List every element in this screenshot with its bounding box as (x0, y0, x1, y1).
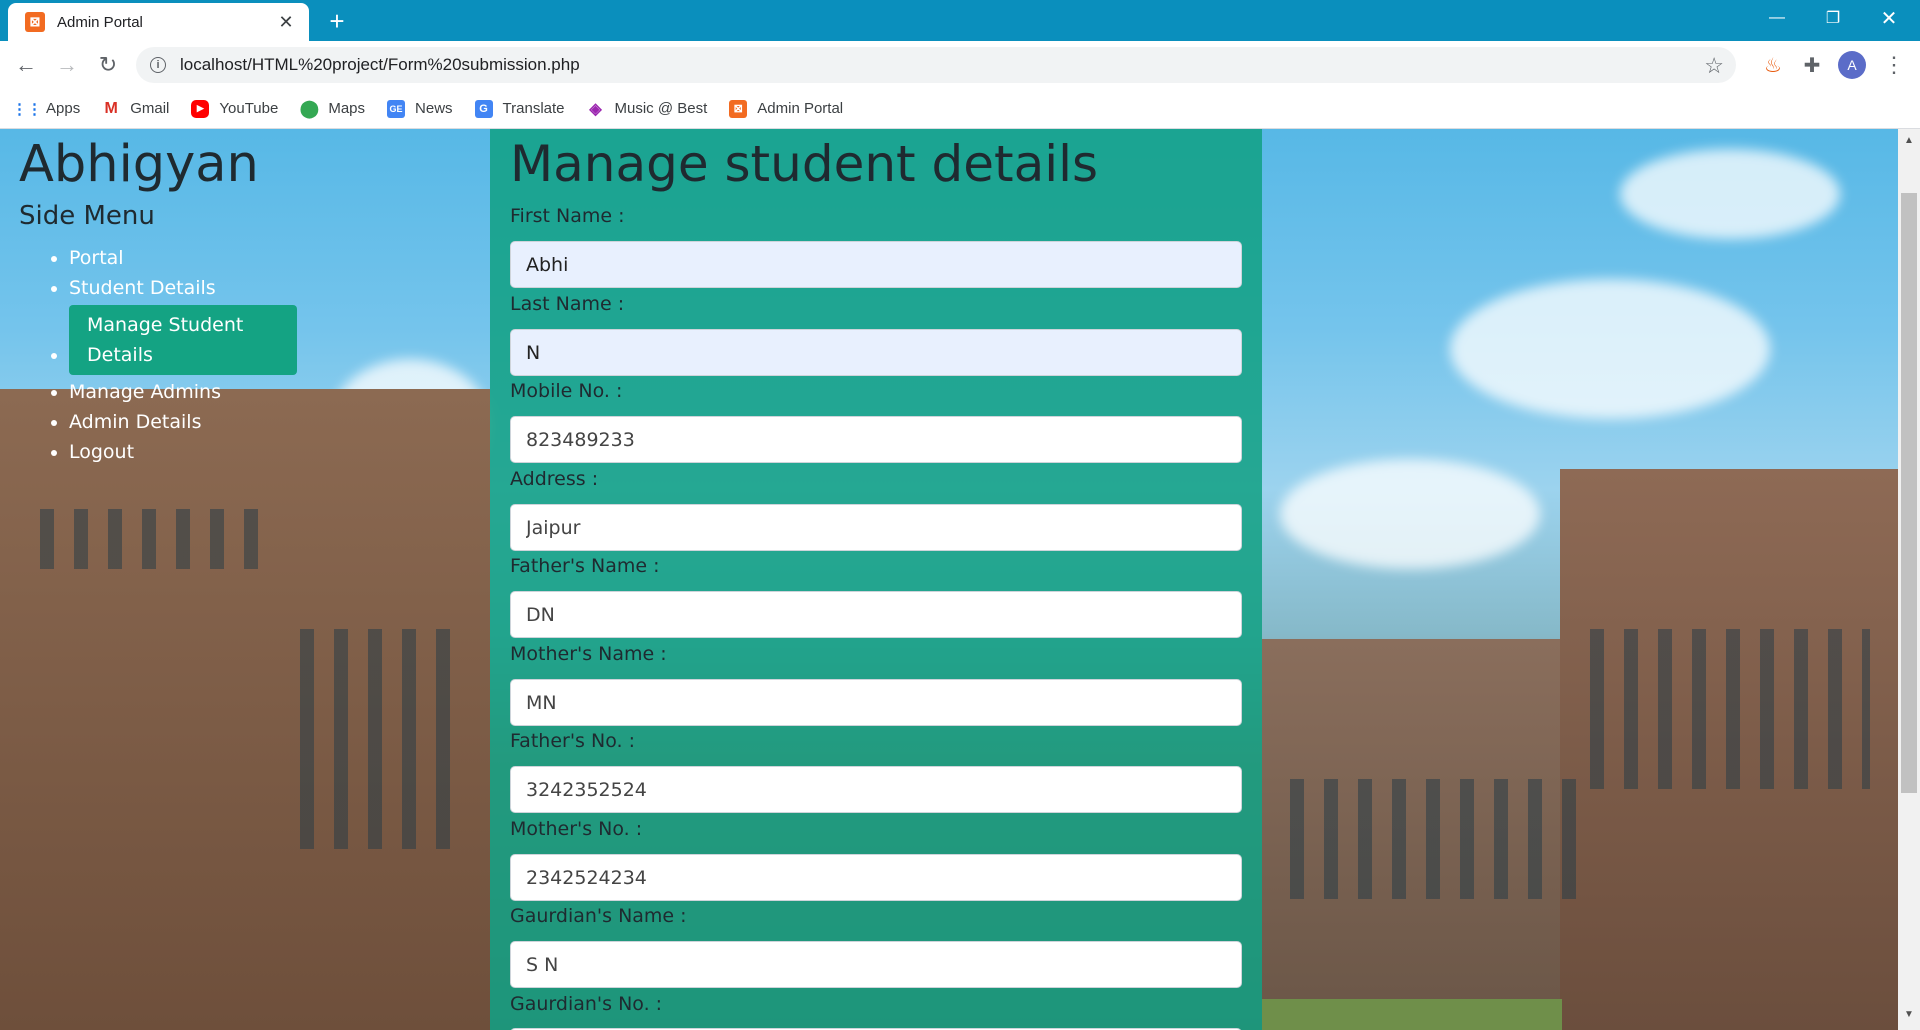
bookmark-label: News (415, 100, 453, 117)
bookmark-label: Maps (328, 100, 366, 117)
side-menu: Portal Student Details Manage Student De… (45, 243, 297, 467)
side-menu-title: Side Menu (19, 201, 155, 231)
news-icon: GE (387, 99, 406, 118)
tab-title: Admin Portal (57, 13, 143, 31)
close-icon[interactable]: ✕ (275, 11, 297, 33)
first-name-input[interactable] (510, 241, 1242, 288)
scrollbar-thumb[interactable] (1901, 193, 1917, 793)
back-arrow-icon[interactable]: ← (10, 49, 42, 81)
sidebar-item-logout[interactable]: Logout (69, 437, 297, 467)
last-name-label: Last Name : (510, 293, 625, 315)
browser-toolbar: ← → ↻ i localhost/HTML%20project/Form%20… (0, 41, 1920, 89)
scroll-down-icon[interactable]: ▼ (1904, 1009, 1914, 1020)
sidebar-item-manage-student-details[interactable]: Manage Student Details (69, 305, 297, 375)
address-input[interactable] (510, 504, 1242, 551)
new-tab-button[interactable]: + (324, 8, 350, 35)
sidebar-item-student-details[interactable]: Student Details (69, 273, 297, 303)
guardians-name-input[interactable] (510, 941, 1242, 988)
address-label: Address : (510, 468, 599, 490)
sidebar-item-label[interactable]: Logout (69, 441, 134, 463)
menu-dots-icon[interactable]: ⋮ (1880, 50, 1908, 80)
guardians-name-label: Gaurdian's Name : (510, 905, 687, 927)
fire-extension-icon[interactable]: ♨ (1758, 50, 1788, 80)
sidebar-item-label[interactable]: Admin Details (69, 411, 201, 433)
bookmark-translate[interactable]: G Translate (474, 99, 565, 118)
bookmark-label: Apps (46, 100, 81, 117)
sidebar-item-portal[interactable]: Portal (69, 243, 297, 273)
mothers-name-label: Mother's Name : (510, 643, 667, 665)
bookmark-star-icon[interactable]: ☆ (1704, 53, 1724, 79)
mobile-no-label: Mobile No. : (510, 380, 623, 402)
fathers-name-input[interactable] (510, 591, 1242, 638)
mobile-no-input[interactable] (510, 416, 1242, 463)
browser-tab[interactable]: ⊠ Admin Portal ✕ (8, 3, 309, 41)
bookmark-label: Translate (502, 100, 565, 117)
bookmark-label: Gmail (130, 100, 170, 117)
youtube-icon: ▶ (191, 99, 210, 118)
profile-avatar[interactable]: A (1838, 51, 1866, 79)
student-form-panel: Manage student details First Name : Last… (490, 129, 1262, 1030)
restore-icon[interactable]: ❐ (1810, 0, 1856, 36)
bookmark-label: YouTube (219, 100, 279, 117)
bookmark-label: Music @ Best (614, 100, 708, 117)
bookmark-admin-portal[interactable]: ⊠ Admin Portal (729, 99, 844, 118)
mothers-no-label: Mother's No. : (510, 818, 643, 840)
extensions-puzzle-icon[interactable]: ✚ (1797, 50, 1827, 80)
page-viewport: Abhigyan Side Menu Portal Student Detail… (0, 129, 1920, 1030)
address-bar[interactable]: i localhost/HTML%20project/Form%20submis… (136, 47, 1736, 83)
info-icon[interactable]: i (150, 57, 166, 73)
sidebar-item-label[interactable]: Student Details (69, 277, 216, 299)
scroll-up-icon[interactable]: ▲ (1904, 135, 1914, 146)
first-name-label: First Name : (510, 205, 625, 227)
fathers-no-label: Father's No. : (510, 730, 635, 752)
mothers-name-input[interactable] (510, 679, 1242, 726)
guardians-no-label: Gaurdian's No. : (510, 993, 663, 1015)
mothers-no-input[interactable] (510, 854, 1242, 901)
sidebar-item-manage-admins[interactable]: Manage Admins (69, 377, 297, 407)
sidebar-item-label[interactable]: Manage Admins (69, 381, 221, 403)
xampp-icon: ⊠ (25, 12, 45, 32)
maps-pin-icon: ⬤ (299, 98, 319, 118)
bookmark-maps[interactable]: ⬤ Maps (299, 98, 366, 118)
page-title: Manage student details (510, 135, 1099, 193)
bookmark-music[interactable]: ◈ Music @ Best (587, 100, 708, 118)
fathers-no-input[interactable] (510, 766, 1242, 813)
browser-titlebar: ⊠ Admin Portal ✕ + — ❐ ✕ (0, 0, 1920, 41)
window-close-icon[interactable]: ✕ (1866, 0, 1912, 36)
last-name-input[interactable] (510, 329, 1242, 376)
gmail-icon: M (104, 99, 118, 117)
translate-icon: G (474, 99, 493, 118)
bookmarks-bar: ⋮⋮ Apps M Gmail ▶ YouTube ⬤ Maps GE News… (0, 89, 1920, 129)
reload-icon[interactable]: ↻ (92, 49, 124, 81)
bookmark-label: Admin Portal (757, 100, 844, 117)
apps-grid-icon: ⋮⋮ (12, 100, 42, 118)
bookmark-news[interactable]: GE News (387, 99, 453, 118)
fathers-name-label: Father's Name : (510, 555, 660, 577)
sidebar-item-label[interactable]: Manage Student Details (69, 305, 297, 375)
url-text[interactable]: localhost/HTML%20project/Form%20submissi… (180, 55, 580, 75)
bookmark-youtube[interactable]: ▶ YouTube (191, 99, 279, 118)
forward-arrow-icon[interactable]: → (51, 49, 83, 81)
xampp-icon: ⊠ (729, 99, 748, 118)
bookmark-apps[interactable]: ⋮⋮ Apps (12, 100, 81, 118)
sidebar-item-label[interactable]: Portal (69, 247, 124, 269)
minimize-icon[interactable]: — (1754, 0, 1800, 36)
music-icon: ◈ (589, 100, 602, 118)
bookmark-gmail[interactable]: M Gmail (102, 99, 170, 118)
page-scrollbar[interactable]: ▲ ▼ (1898, 129, 1920, 1030)
brand-title: Abhigyan (19, 135, 259, 194)
sidebar-item-admin-details[interactable]: Admin Details (69, 407, 297, 437)
